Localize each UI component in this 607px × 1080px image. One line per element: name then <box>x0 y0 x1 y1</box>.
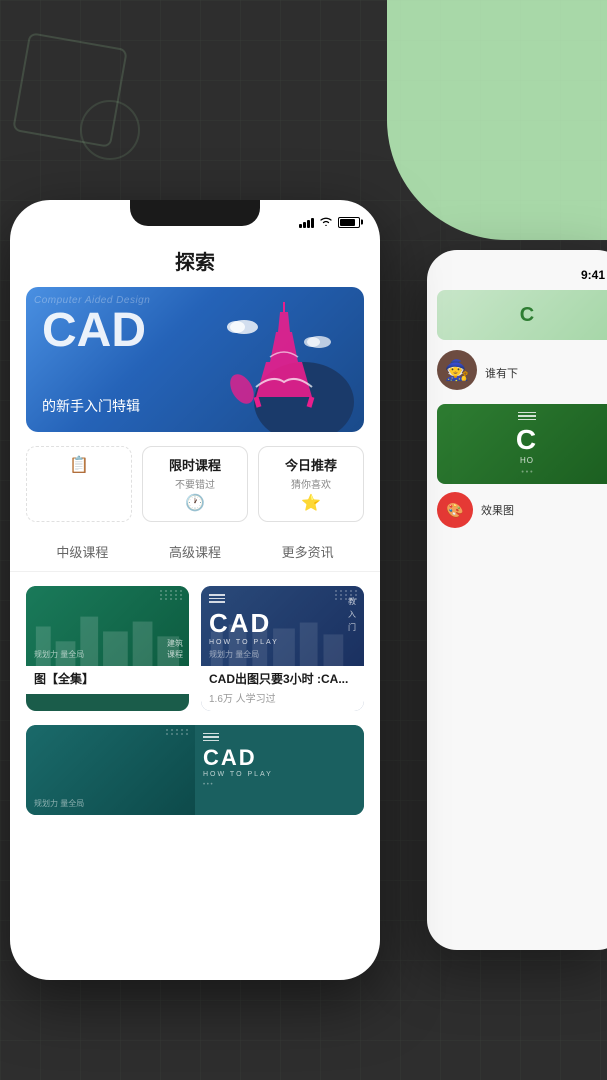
course-cad-label: CAD <box>203 745 356 771</box>
hero-big-text: CAD <box>42 307 146 355</box>
hero-subtitle: 的新手入门特辑 <box>42 396 140 416</box>
course-info-1: 图【全集】 <box>26 666 189 694</box>
phone-right: 9:41 C 🧙 谁有下 C HO • • • 🎨 效果图 <box>427 250 607 950</box>
deco-shape-2 <box>80 100 140 160</box>
course-card-3-right: CAD HOW TO PLAY • • • <box>195 725 364 815</box>
page-title: 探索 <box>10 236 380 287</box>
course-dots: • • • <box>203 782 356 788</box>
course-card-3[interactable]: 规划力 量全局 CAD HOW TO PLAY • • • <box>26 725 364 815</box>
course-row-2: 规划力 量全局 CAD HOW TO PLAY • • • <box>26 725 364 815</box>
course-title-1: 图【全集】 <box>34 672 181 688</box>
cat-tab-recommended-icon: ⭐ <box>301 493 321 513</box>
category-tabs: 📋 限时课程 不要错过 🕐 今日推荐 猜你喜欢 ⭐ <box>26 446 364 522</box>
course-meta-2: 1.6万 人学习过 <box>209 690 356 705</box>
course-grid: 建筑 课程 规划力 量全局 图【全集】 <box>26 586 364 711</box>
right-bottom-row: 🎨 效果图 <box>437 492 607 528</box>
right-cad-card[interactable]: C HO • • • <box>437 404 607 484</box>
nav-link-intermediate[interactable]: 中级课程 <box>56 542 108 561</box>
app-content[interactable]: 探索 Computer Aided Design CAD 的新手入门特辑 <box>10 236 380 980</box>
nav-links: 中级课程 高级课程 更多资讯 <box>10 536 380 572</box>
cat-tab-placeholder[interactable]: 📋 <box>26 446 132 522</box>
cat-tab-limited-icon: 🕐 <box>185 493 205 513</box>
right-card-initial: C <box>520 304 534 327</box>
right-how-label: HO <box>520 456 534 465</box>
cat-tab-limited-sub: 不要错过 <box>175 476 215 491</box>
cat-tab-recommended[interactable]: 今日推荐 猜你喜欢 ⭐ <box>258 446 364 522</box>
phone-notch <box>130 200 260 226</box>
hero-banner[interactable]: Computer Aided Design CAD 的新手入门特辑 <box>26 287 364 432</box>
right-dots: • • • <box>521 469 532 476</box>
course-how-label: HOW TO PLAY <box>203 771 356 778</box>
right-who-text: 谁有下 <box>485 365 518 381</box>
phone-main: 探索 Computer Aided Design CAD 的新手入门特辑 <box>10 200 380 980</box>
right-cad-big: C <box>516 424 538 456</box>
course-title-2: CAD出图只要3小时 :CA... <box>209 672 356 688</box>
cat-tab-recommended-title: 今日推荐 <box>285 455 337 474</box>
course-thumb-1: 建筑 课程 规划力 量全局 <box>26 586 189 666</box>
battery-icon <box>338 217 360 228</box>
course-info-2: CAD出图只要3小时 :CA... 1.6万 人学习过 <box>201 666 364 711</box>
right-effect-text: 效果图 <box>481 502 514 518</box>
right-avatar-2: 🎨 <box>437 492 473 528</box>
cat-tab-icon-placeholder: 📋 <box>69 455 89 475</box>
right-phone-time: 9:41 <box>437 260 607 290</box>
nav-link-more[interactable]: 更多资讯 <box>282 542 334 561</box>
status-icons <box>299 215 360 229</box>
course-thumb-3: 规划力 量全局 <box>26 725 195 815</box>
course-card-2[interactable]: CAD HOW TO PLAY 教入门 <box>201 586 364 711</box>
cat-tab-limited-title: 限时课程 <box>169 455 221 474</box>
course-thumb-2: CAD HOW TO PLAY 教入门 <box>201 586 364 666</box>
wifi-icon <box>319 215 333 229</box>
right-avatar-1: 🧙 <box>437 350 477 390</box>
signal-icon <box>299 216 314 228</box>
nav-link-advanced[interactable]: 高级课程 <box>169 542 221 561</box>
dots-pattern-3 <box>166 729 189 735</box>
right-card-green: C <box>437 290 607 340</box>
hero-eiffel-illustration <box>224 297 344 432</box>
course-card-1[interactable]: 建筑 课程 规划力 量全局 图【全集】 <box>26 586 189 711</box>
cat-tab-recommended-sub: 猜你喜欢 <box>291 476 331 491</box>
cat-tab-limited[interactable]: 限时课程 不要错过 🕐 <box>142 446 248 522</box>
